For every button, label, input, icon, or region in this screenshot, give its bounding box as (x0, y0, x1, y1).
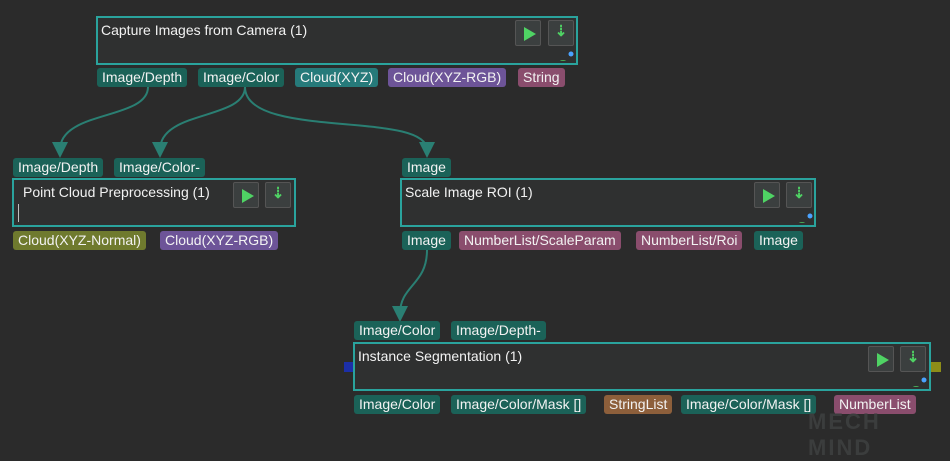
right-connection-pin[interactable] (931, 362, 941, 372)
status-indicator-icon (559, 51, 574, 61)
output-port[interactable]: Image (402, 231, 451, 250)
output-port[interactable]: NumberList/Roi (636, 231, 743, 250)
play-icon (877, 353, 889, 367)
wire-scale-to-instance[interactable] (392, 249, 428, 322)
input-port[interactable]: Image/Depth (13, 158, 104, 177)
watermark-logo: MECH MIND (806, 379, 946, 460)
download-button[interactable]: ⇣ (900, 346, 926, 372)
watermark-text: MECH MIND (808, 409, 881, 460)
text-cursor (18, 204, 19, 222)
wire-color-to-pointcloud[interactable] (152, 86, 246, 158)
output-port[interactable]: StringList (604, 395, 673, 414)
output-port[interactable]: Image/Color/Mask [] (681, 395, 817, 414)
output-port[interactable]: Image/Color/Mask [] (451, 395, 587, 414)
output-port[interactable]: Cloud(XYZ-RGB) (160, 231, 279, 250)
play-icon (763, 189, 775, 203)
wire-depth-to-pointcloud[interactable] (52, 86, 149, 158)
node-title: Instance Segmentation (1) (358, 348, 523, 364)
input-port[interactable]: Image/Color (354, 321, 441, 340)
run-button[interactable] (754, 182, 780, 208)
node-scale-image-roi[interactable]: Scale Image ROI (1) ⇣ (400, 178, 816, 227)
node-title: Point Cloud Preprocessing (1) (23, 184, 210, 200)
output-port[interactable]: Cloud(XYZ) (295, 68, 379, 87)
download-button[interactable]: ⇣ (786, 182, 812, 208)
run-button[interactable] (233, 182, 259, 208)
input-port[interactable]: Image/Depth- (451, 321, 546, 340)
wire-color-to-scale[interactable] (244, 86, 435, 158)
output-port[interactable]: Image/Color (198, 68, 285, 87)
node-title: Scale Image ROI (1) (405, 184, 533, 200)
input-port[interactable]: Image/Color- (114, 158, 205, 177)
node-capture-images[interactable]: Capture Images from Camera (1) ⇣ (96, 16, 578, 65)
run-button[interactable] (515, 20, 541, 46)
download-button[interactable]: ⇣ (548, 20, 574, 46)
download-arrow-icon: ⇣ (792, 185, 806, 202)
output-port[interactable]: String (518, 68, 565, 87)
node-point-cloud-preprocessing[interactable]: Point Cloud Preprocessing (1) ⇣ (12, 178, 296, 227)
status-indicator-icon (798, 213, 813, 223)
output-port[interactable]: Image/Color (354, 395, 441, 414)
input-port[interactable]: Image (402, 158, 451, 177)
download-button[interactable]: ⇣ (265, 182, 291, 208)
play-icon (524, 27, 536, 41)
download-arrow-icon: ⇣ (271, 185, 285, 202)
download-arrow-icon: ⇣ (554, 23, 568, 40)
run-button[interactable] (868, 346, 894, 372)
output-port[interactable]: Image/Depth (97, 68, 188, 87)
output-port[interactable]: Image (754, 231, 803, 250)
output-port[interactable]: NumberList/ScaleParam (459, 231, 621, 250)
download-arrow-icon: ⇣ (906, 349, 920, 366)
node-title: Capture Images from Camera (1) (101, 22, 308, 38)
output-port[interactable]: Cloud(XYZ-Normal) (13, 231, 146, 250)
output-port[interactable]: Cloud(XYZ-RGB) (388, 68, 507, 87)
play-icon (242, 189, 254, 203)
